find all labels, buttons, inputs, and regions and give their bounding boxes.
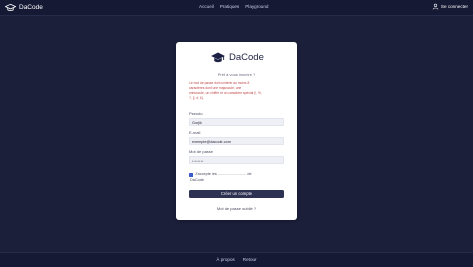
nav-playground[interactable]: Playground [245,4,268,9]
nav-pratiques[interactable]: Pratiques [220,4,239,9]
login-label: Se connecter [440,3,468,9]
top-bar: DaCode Accueil Pratiques Playground Se c… [0,0,473,16]
card-subtitle: Prét à vous inscrire ? [217,72,256,77]
password-label: Mot de passe [189,149,214,154]
brand-link[interactable]: DaCode [5,2,43,13]
login-link[interactable]: Se connecter [432,3,468,10]
pseudo-label: Pseudo [189,111,203,116]
pseudo-field[interactable]: Gorjik [189,118,284,126]
password-requirements: Le mot de passe doit contenir au moins 8… [189,81,285,107]
graduation-cap-icon [211,52,225,63]
graduation-cap-icon [5,3,16,11]
card-logo: DaCode [210,50,264,65]
terms-label: J'accepte les ..........................… [195,172,252,176]
terms-label-cont: DaCode [190,177,204,182]
footer-back-link[interactable]: Retour [243,253,257,267]
terms-checkbox[interactable] [189,173,193,177]
signup-card: DaCode Prét à vous inscrire ? Le mot de … [176,42,297,220]
email-label: E-mail [189,130,201,135]
main-nav: Accueil Pratiques Playground [199,4,268,9]
create-account-button[interactable]: Créer un compte [189,190,284,198]
password-requirements-line: ?, §, #, £). [189,96,204,100]
user-icon [432,3,439,10]
footer-about-link[interactable]: À propos [216,253,234,267]
card-title: DaCode [229,52,264,63]
email-field[interactable]: exemple@dacode.com [189,137,284,145]
forgot-password-link[interactable]: Mot de passe oublié ? [176,206,297,211]
brand-name: DaCode [19,4,43,11]
footer: À propos Retour [0,252,473,267]
password-field[interactable]: •••••••• [189,156,284,164]
nav-accueil[interactable]: Accueil [199,4,214,9]
